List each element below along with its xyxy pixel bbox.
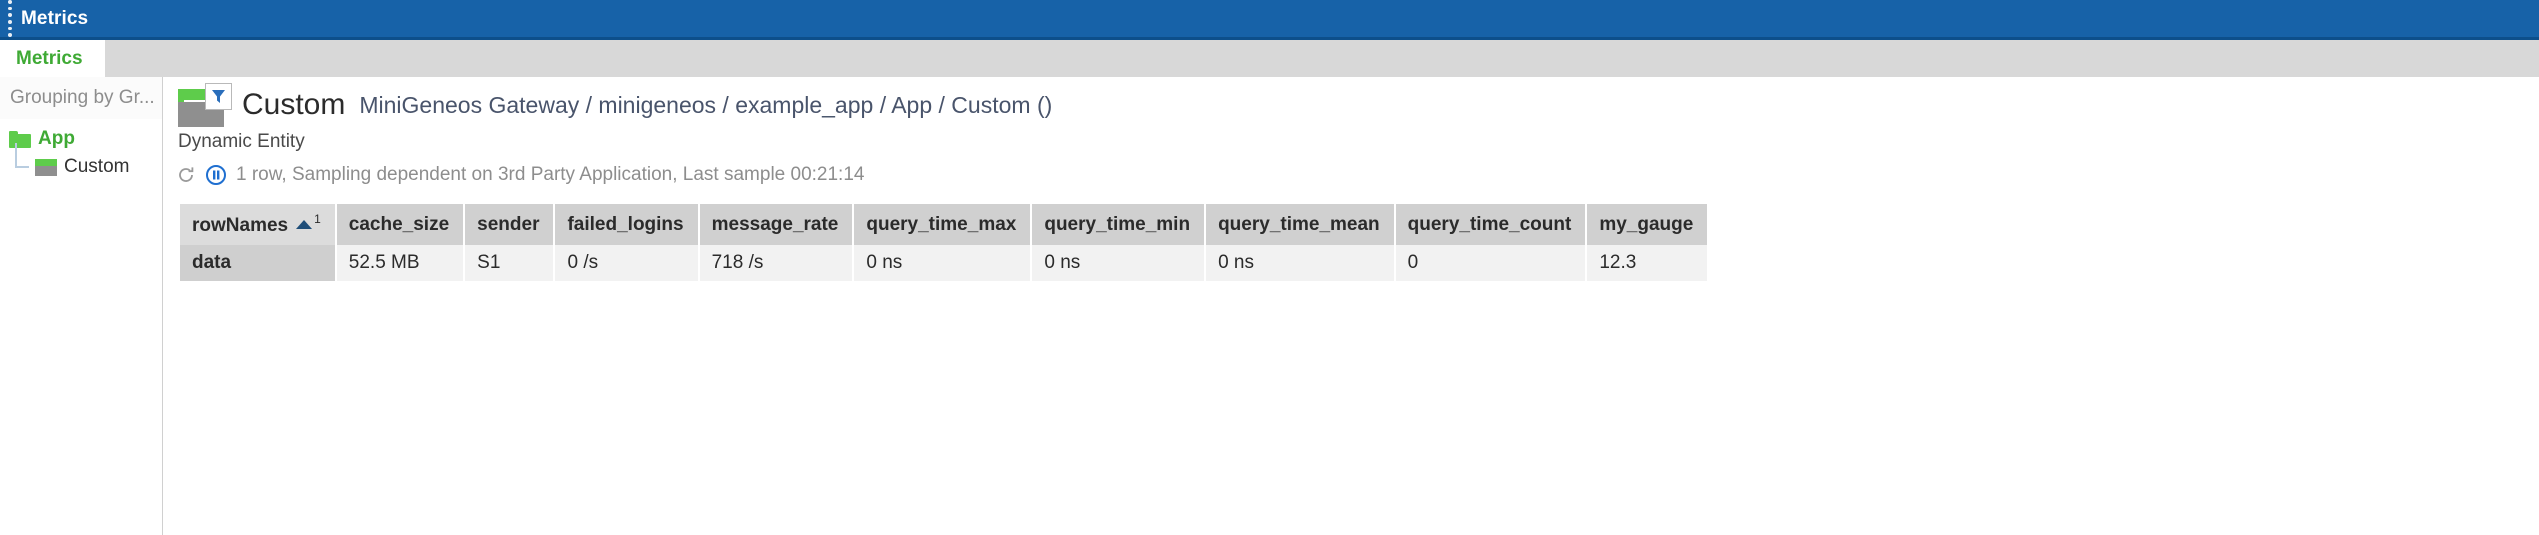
column-header-cache_size[interactable]: cache_size [336, 204, 464, 245]
breadcrumb: MiniGeneos Gateway / minigeneos / exampl… [359, 92, 1052, 119]
entity-filter-icon [172, 83, 232, 127]
metrics-table: rowNames 1 cache_size sender failed_login… [180, 204, 1707, 281]
tab-metrics[interactable]: Metrics [0, 40, 105, 77]
sort-ascending-icon [296, 220, 312, 229]
filter-funnel-icon [205, 83, 232, 110]
cell-query_time_count: 0 [1395, 245, 1587, 281]
drag-dots-icon[interactable] [3, 0, 17, 37]
sort-order-index: 1 [314, 212, 321, 226]
cell-query_time_mean: 0 ns [1205, 245, 1395, 281]
cell-query_time_min: 0 ns [1031, 245, 1205, 281]
column-header-sender[interactable]: sender [464, 204, 554, 245]
main-panel: Custom MiniGeneos Gateway / minigeneos /… [164, 77, 2539, 535]
entity-tree: App Custom [0, 119, 162, 181]
entity-type-label: Dynamic Entity [164, 131, 2539, 153]
column-header-message_rate[interactable]: message_rate [699, 204, 854, 245]
refresh-icon[interactable] [176, 165, 196, 185]
cell-failed_logins: 0 /s [554, 245, 698, 281]
column-header-query_time_max[interactable]: query_time_max [853, 204, 1031, 245]
window-title: Metrics [21, 8, 88, 30]
column-header-rowNames[interactable]: rowNames 1 [180, 204, 336, 245]
metrics-table-wrapper: rowNames 1 cache_size sender failed_login… [164, 204, 2539, 281]
table-body: data 52.5 MB S1 0 /s 718 /s 0 ns 0 ns 0 … [180, 245, 1707, 281]
folder-icon [9, 131, 31, 148]
cell-message_rate: 718 /s [699, 245, 854, 281]
column-header-query_time_count[interactable]: query_time_count [1395, 204, 1587, 245]
cell-rowNames: data [180, 245, 336, 281]
table-row[interactable]: data 52.5 MB S1 0 /s 718 /s 0 ns 0 ns 0 … [180, 245, 1707, 281]
column-header-rowNames-label: rowNames [192, 215, 288, 236]
sidebar-item-custom-label: Custom [64, 156, 129, 178]
sidebar: Grouping by Gr... App Custom [0, 77, 163, 535]
main-header: Custom MiniGeneos Gateway / minigeneos /… [164, 77, 2539, 133]
tab-metrics-label: Metrics [16, 48, 83, 70]
sidebar-item-custom[interactable]: Custom [0, 153, 162, 181]
cell-query_time_max: 0 ns [853, 245, 1031, 281]
cell-cache_size: 52.5 MB [336, 245, 464, 281]
table-header-row: rowNames 1 cache_size sender failed_login… [180, 204, 1707, 245]
column-header-query_time_mean[interactable]: query_time_mean [1205, 204, 1395, 245]
status-bar: 1 row, Sampling dependent on 3rd Party A… [164, 164, 2539, 186]
sidebar-item-app[interactable]: App [0, 125, 162, 153]
grouping-label[interactable]: Grouping by Gr... [0, 77, 162, 119]
pause-icon[interactable] [205, 164, 227, 186]
sidebar-item-app-label: App [38, 128, 75, 150]
tab-strip: Metrics [0, 40, 2539, 77]
column-header-query_time_min[interactable]: query_time_min [1031, 204, 1205, 245]
entity-icon [35, 159, 57, 176]
cell-sender: S1 [464, 245, 554, 281]
page-title: Custom [242, 88, 345, 122]
tree-connector-icon [9, 153, 35, 181]
status-text: 1 row, Sampling dependent on 3rd Party A… [236, 164, 864, 186]
column-header-failed_logins[interactable]: failed_logins [554, 204, 698, 245]
column-header-my_gauge[interactable]: my_gauge [1586, 204, 1707, 245]
cell-my_gauge: 12.3 [1586, 245, 1707, 281]
body-area: Grouping by Gr... App Custom [0, 77, 2539, 535]
table-head: rowNames 1 cache_size sender failed_login… [180, 204, 1707, 245]
window-titlebar: Metrics [0, 0, 2539, 37]
